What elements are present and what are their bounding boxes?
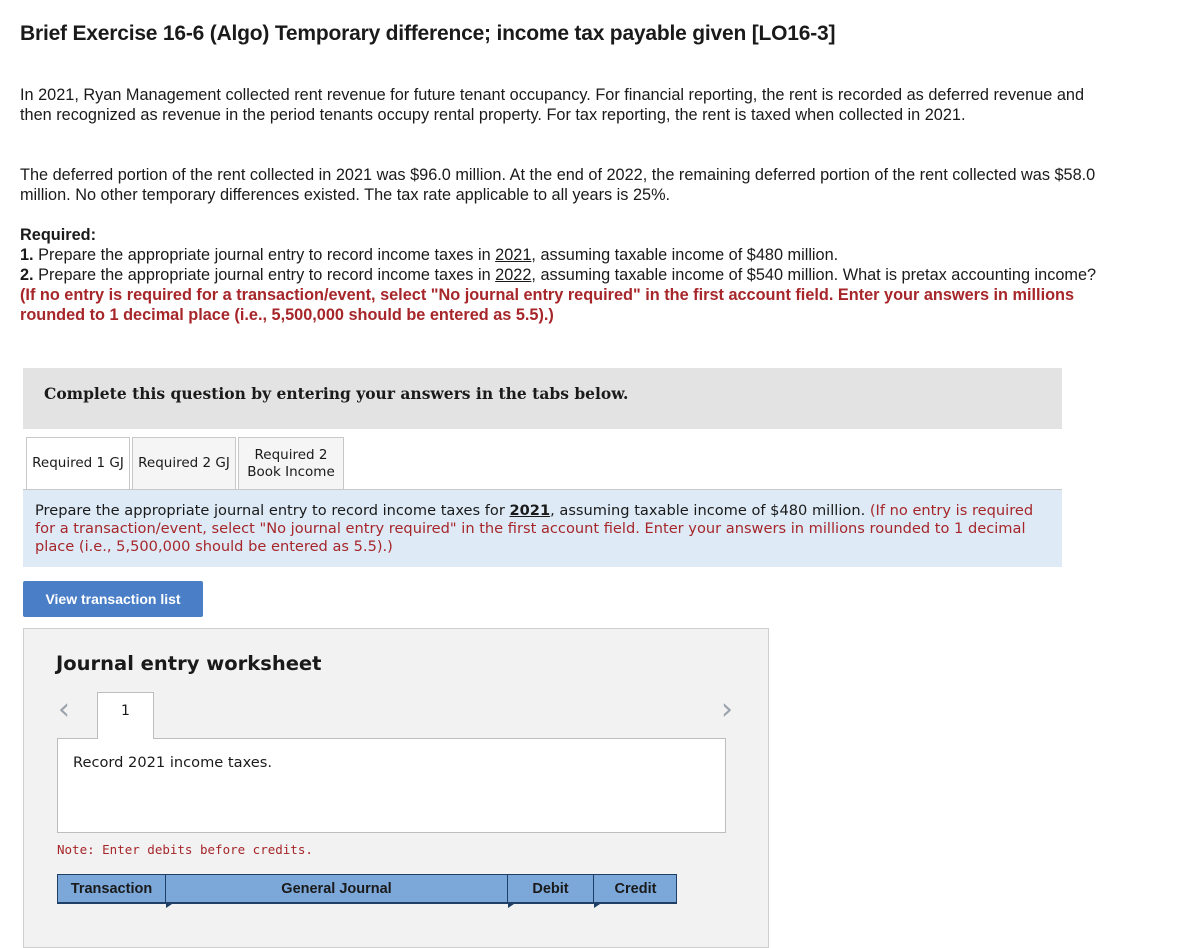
column-header-transaction: Transaction (58, 875, 166, 903)
view-transaction-list-button[interactable]: View transaction list (23, 581, 203, 617)
required-instruction: (If no entry is required for a transacti… (20, 286, 1075, 324)
required-item-2-year: 2022 (495, 266, 532, 284)
required-item-1-post: , assuming taxable income of $480 millio… (531, 246, 839, 264)
worksheet-page-number: 1 (121, 703, 130, 719)
problem-paragraph-1: In 2021, Ryan Management collected rent … (20, 86, 1085, 124)
page-title: Brief Exercise 16-6 (Algo) Temporary dif… (20, 22, 836, 45)
tab-instruction-pre: Prepare the appropriate journal entry to… (35, 502, 510, 519)
debits-note: Note: Enter debits before credits. (57, 842, 313, 857)
tab-required-2-gj-label: Required 2 GJ (138, 455, 230, 471)
required-item-1-year: 2021 (495, 246, 532, 264)
required-item-2-number: 2. (20, 266, 34, 284)
record-description-box: Record 2021 income taxes. (57, 738, 726, 833)
required-item-2-post: , assuming taxable income of $540 millio… (531, 266, 1097, 284)
chevron-left-icon[interactable]: ‹ (58, 695, 70, 725)
tabs-banner: Complete this question by entering your … (23, 368, 1062, 429)
required-section: Required: 1. Prepare the appropriate jou… (20, 225, 1100, 325)
tab-label-line-1: Required 2 (254, 446, 328, 463)
column-header-debit: Debit (508, 875, 594, 903)
tab-required-1-gj-label: Required 1 GJ (32, 455, 124, 471)
problem-paragraph-2: The deferred portion of the rent collect… (20, 166, 1096, 204)
journal-entry-worksheet: Journal entry worksheet ‹ › 1 Record 202… (23, 628, 769, 948)
required-item-1: 1. Prepare the appropriate journal entry… (20, 245, 1100, 265)
column-header-general-journal: General Journal (166, 875, 508, 903)
required-item-1-pre: Prepare the appropriate journal entry to… (33, 246, 496, 264)
tab-instruction-post: , assuming taxable income of $480 millio… (550, 502, 870, 519)
tab-required-2-book-income[interactable]: Required 2 Book Income (238, 437, 344, 490)
column-marker-icon (594, 904, 600, 908)
tab-instruction-panel: Prepare the appropriate journal entry to… (23, 490, 1062, 567)
required-item-2-pre: Prepare the appropriate journal entry to… (33, 266, 496, 284)
required-item-1-number: 1. (20, 246, 34, 264)
worksheet-page-tab-1[interactable]: 1 (97, 692, 154, 739)
required-item-2: 2. Prepare the appropriate journal entry… (20, 265, 1100, 285)
tab-required-2-gj[interactable]: Required 2 GJ (132, 437, 236, 490)
column-marker-icon (508, 904, 514, 908)
tab-label-line-2: Book Income (247, 463, 335, 480)
worksheet-title: Journal entry worksheet (56, 652, 322, 675)
required-heading: Required: (20, 226, 96, 244)
column-header-credit: Credit (614, 881, 657, 897)
tab-instruction-year: 2021 (509, 502, 551, 519)
tab-required-2-book-income-label: Required 2 Book Income (247, 447, 335, 481)
chevron-right-icon[interactable]: › (721, 695, 733, 725)
column-marker-icon (166, 904, 172, 908)
tabs-banner-text: Complete this question by entering your … (44, 384, 629, 403)
tab-required-1-gj[interactable]: Required 1 GJ (26, 437, 130, 490)
journal-table-header: Transaction General Journal Debit Credit (57, 874, 677, 908)
record-description-text: Record 2021 income taxes. (73, 754, 273, 771)
